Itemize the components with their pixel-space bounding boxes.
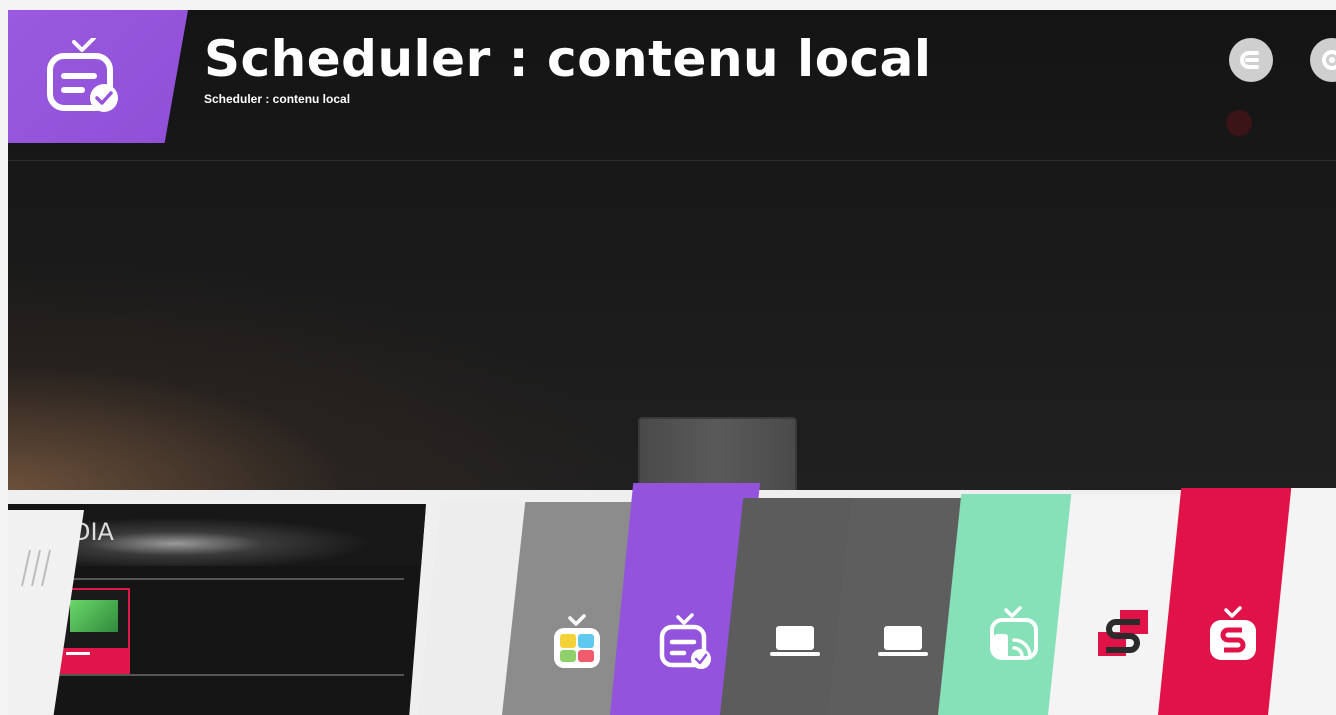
laptop-icon: [878, 626, 928, 656]
back-icon: [1240, 51, 1259, 69]
tv-screen: Scheduler : contenu local Scheduler : co…: [8, 10, 1336, 715]
gear-icon: [1322, 50, 1336, 70]
laptop-icon: [770, 626, 820, 656]
preview-thumbnail[interactable]: [60, 588, 130, 676]
signage-s-icon: [1098, 610, 1148, 656]
page-subtitle: Scheduler : contenu local: [204, 92, 351, 106]
back-button[interactable]: [1229, 38, 1273, 82]
header-divider: [8, 160, 1336, 161]
page-title: Scheduler : contenu local: [204, 30, 932, 88]
tv-s-icon: [1210, 606, 1256, 660]
tv-checklist-icon: [659, 613, 711, 669]
screen-share-icon: [990, 606, 1038, 660]
settings-button[interactable]: [1310, 38, 1336, 82]
colorful-tv-icon: [554, 614, 600, 668]
preview-divider: [44, 578, 404, 580]
thumbnail-label-bar: [62, 648, 128, 674]
app-tile-header: [8, 10, 188, 143]
thumbnail-image: [70, 600, 118, 632]
status-dot: [1226, 110, 1252, 136]
drag-handle-icon: [21, 549, 51, 587]
preview-divider: [44, 674, 404, 676]
tv-checklist-icon: [47, 38, 118, 112]
